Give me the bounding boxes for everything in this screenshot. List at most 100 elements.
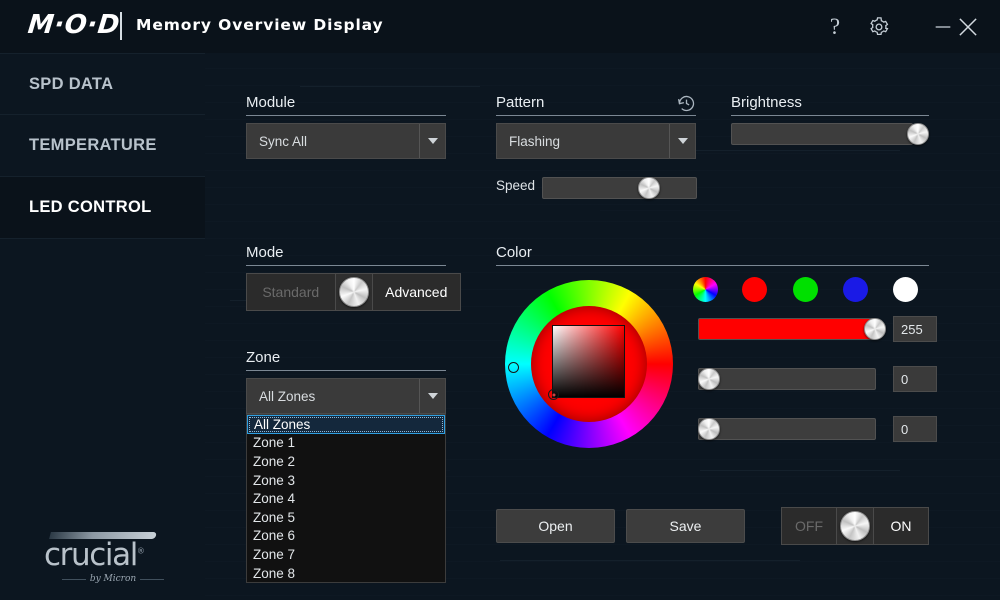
- toggle-knob-icon: [339, 277, 369, 307]
- color-green-value-input[interactable]: 0: [893, 366, 937, 392]
- zone-option-label: Zone 3: [253, 473, 295, 488]
- save-button-label: Save: [670, 518, 702, 534]
- title-bar: M·O·D Memory Overview Display ?: [0, 0, 1000, 53]
- deco-line: [500, 560, 800, 561]
- color-blue-value-input[interactable]: 0: [893, 416, 937, 442]
- color-swatch-rainbow[interactable]: [693, 277, 718, 302]
- registered-mark: ®: [137, 547, 144, 556]
- color-swatch-green[interactable]: [793, 277, 818, 302]
- pattern-section-rule: [496, 115, 696, 116]
- zone-option-zone-5[interactable]: Zone 5: [247, 508, 445, 527]
- sidebar-item-temperature[interactable]: TEMPERATURE: [0, 115, 205, 177]
- byline-rule-left: [62, 579, 86, 580]
- color-swatch-white[interactable]: [893, 277, 918, 302]
- power-toggle-handle[interactable]: [836, 508, 874, 544]
- module-select[interactable]: Sync All: [246, 123, 446, 159]
- save-button[interactable]: Save: [626, 509, 745, 543]
- toggle-knob-icon: [840, 511, 870, 541]
- pattern-select-value: Flashing: [497, 134, 669, 149]
- sidebar-item-spd-data[interactable]: SPD DATA: [0, 53, 205, 115]
- crucial-wordmark: crucial®: [44, 540, 164, 571]
- zone-option-zone-1[interactable]: Zone 1: [247, 434, 445, 453]
- mod-logo: M·O·D: [26, 10, 121, 40]
- color-green-slider-track[interactable]: [698, 368, 876, 390]
- brightness-slider-track[interactable]: [731, 123, 913, 145]
- color-blue-slider-track[interactable]: [698, 418, 876, 440]
- zone-select[interactable]: All Zones: [246, 378, 446, 414]
- close-icon: [955, 14, 981, 40]
- zone-option-label: Zone 2: [253, 454, 295, 469]
- crucial-swoosh-icon: [49, 532, 157, 539]
- byline-rule-right: [140, 579, 164, 580]
- zone-select-arrow[interactable]: [419, 379, 445, 413]
- color-section-rule: [496, 265, 929, 266]
- gear-icon: [868, 16, 890, 38]
- color-swatch-red[interactable]: [742, 277, 767, 302]
- settings-button[interactable]: [856, 0, 902, 53]
- brightness-slider-handle[interactable]: [907, 123, 929, 145]
- open-button[interactable]: Open: [496, 509, 615, 543]
- pattern-section-title: Pattern: [496, 94, 544, 116]
- power-on-label[interactable]: ON: [874, 518, 928, 534]
- saturation-value-square[interactable]: [552, 325, 625, 398]
- help-button[interactable]: ?: [812, 0, 858, 53]
- pattern-reset-button[interactable]: [676, 93, 697, 119]
- mode-advanced-label[interactable]: Advanced: [373, 284, 461, 300]
- crucial-logo: crucial® by Micron: [44, 532, 164, 584]
- close-button[interactable]: [945, 0, 991, 53]
- color-section-title: Color: [496, 244, 532, 266]
- color-swatch-blue[interactable]: [843, 277, 868, 302]
- chevron-down-icon: [678, 138, 688, 144]
- deco-line: [700, 470, 900, 471]
- chevron-down-icon: [428, 138, 438, 144]
- color-green-slider-handle[interactable]: [698, 368, 720, 390]
- zone-option-all-zones[interactable]: All Zones: [247, 415, 445, 434]
- speed-slider-track[interactable]: [542, 177, 697, 199]
- color-green-slider[interactable]: [698, 368, 888, 390]
- mode-toggle-handle[interactable]: [335, 274, 373, 310]
- zone-dropdown-list[interactable]: All ZonesZone 1Zone 2Zone 3Zone 4Zone 5Z…: [246, 414, 446, 583]
- color-red-slider-fill: [699, 319, 875, 339]
- sidebar-item-led-control[interactable]: LED CONTROL: [0, 177, 205, 239]
- pattern-select-arrow[interactable]: [669, 124, 695, 158]
- mode-standard-label[interactable]: Standard: [247, 284, 335, 300]
- power-toggle[interactable]: OFF ON: [781, 507, 929, 545]
- color-red-slider[interactable]: [698, 318, 888, 340]
- zone-option-zone-8[interactable]: Zone 8: [247, 564, 445, 583]
- zone-option-zone-4[interactable]: Zone 4: [247, 489, 445, 508]
- mode-toggle[interactable]: Standard Advanced: [246, 273, 461, 311]
- zone-option-label: Zone 1: [253, 435, 295, 450]
- color-red-slider-handle[interactable]: [864, 318, 886, 340]
- hue-marker-icon[interactable]: [508, 362, 519, 373]
- zone-option-zone-6[interactable]: Zone 6: [247, 527, 445, 546]
- color-blue-slider-handle[interactable]: [698, 418, 720, 440]
- zone-section-rule: [246, 370, 446, 371]
- saturation-value-marker-icon[interactable]: [548, 389, 559, 400]
- module-section-rule: [246, 115, 446, 116]
- zone-option-zone-2[interactable]: Zone 2: [247, 452, 445, 471]
- zone-select-value: All Zones: [247, 389, 419, 404]
- sidebar-item-label: LED CONTROL: [29, 198, 151, 217]
- module-select-arrow[interactable]: [419, 124, 445, 158]
- sidebar-item-label: TEMPERATURE: [29, 136, 157, 155]
- open-button-label: Open: [538, 518, 572, 534]
- zone-option-zone-7[interactable]: Zone 7: [247, 545, 445, 564]
- zone-option-label: Zone 4: [253, 491, 295, 506]
- logo-divider: [120, 12, 122, 40]
- color-red-value-input[interactable]: 255: [893, 316, 937, 342]
- module-select-value: Sync All: [247, 134, 419, 149]
- color-green-value-text: 0: [901, 372, 908, 387]
- chevron-down-icon: [428, 393, 438, 399]
- speed-slider[interactable]: [542, 177, 697, 199]
- zone-option-label: Zone 7: [253, 547, 295, 562]
- sidebar: SPD DATA TEMPERATURE LED CONTROL crucial…: [0, 53, 205, 600]
- speed-slider-handle[interactable]: [638, 177, 660, 199]
- power-off-label[interactable]: OFF: [782, 518, 836, 534]
- zone-option-zone-3[interactable]: Zone 3: [247, 471, 445, 490]
- zone-option-label: All Zones: [254, 417, 310, 432]
- module-section-title: Module: [246, 94, 295, 116]
- brightness-slider[interactable]: [731, 123, 929, 145]
- color-blue-slider[interactable]: [698, 418, 888, 440]
- pattern-select[interactable]: Flashing: [496, 123, 696, 159]
- color-red-value-text: 255: [901, 322, 923, 337]
